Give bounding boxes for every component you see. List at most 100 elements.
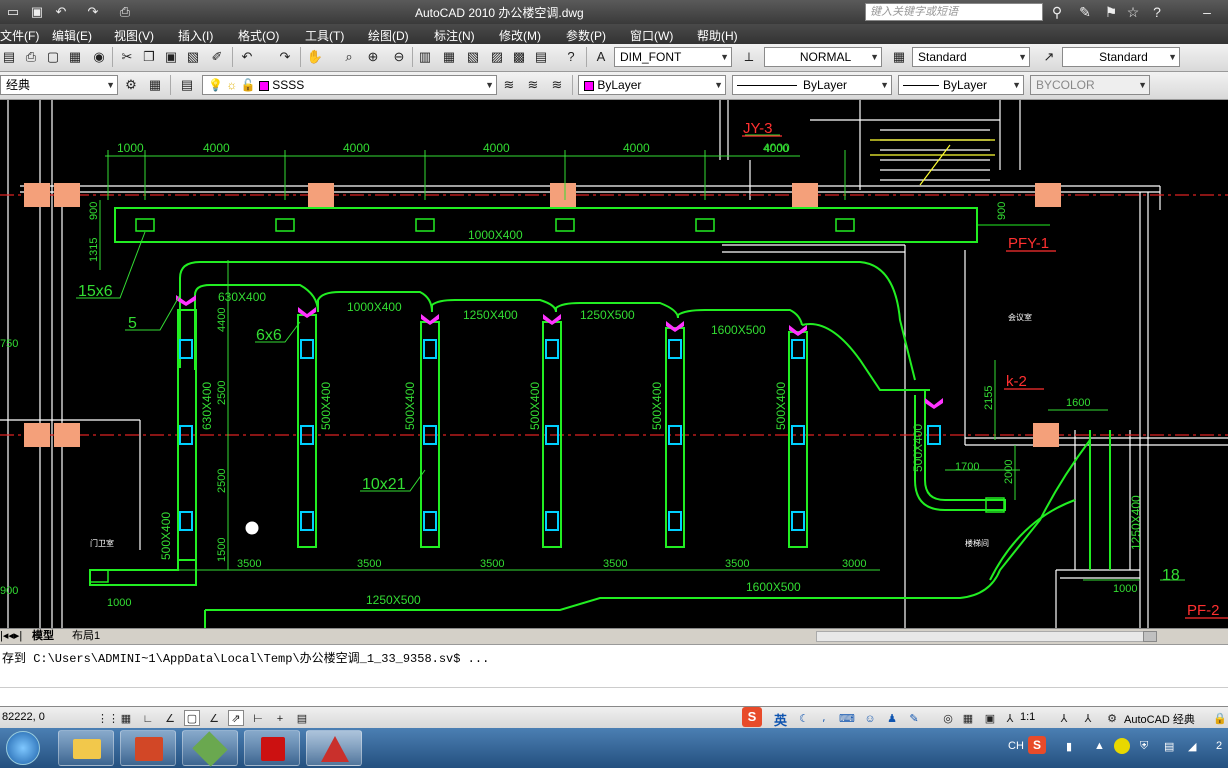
layer-previous-icon[interactable]: ≋ <box>524 76 542 94</box>
text-style-dropdown[interactable]: NORMAL ▼ <box>764 47 882 67</box>
polar-icon[interactable]: ∠ <box>162 710 178 726</box>
workspace-dropdown[interactable]: 经典 ▼ <box>0 75 118 95</box>
comm-center-icon[interactable]: ⚑ <box>1100 2 1122 22</box>
horizontal-scrollbar[interactable] <box>816 631 1156 642</box>
annotation-scale-icon[interactable]: ⅄ <box>1002 710 1018 726</box>
dim-style-icon[interactable]: ⟂ <box>740 48 758 66</box>
print-icon[interactable]: ⎙ <box>22 48 40 66</box>
color-dropdown[interactable]: ByLayer ▼ <box>578 75 726 95</box>
ime-punct-icon[interactable]: ⸴ <box>816 710 832 726</box>
taskbar-app-icon[interactable] <box>182 730 238 767</box>
workspace-settings-icon[interactable]: ⚙ <box>122 76 140 94</box>
layer-properties-icon[interactable]: ▤ <box>178 76 196 94</box>
menu-dimension[interactable]: 标注(N) <box>434 27 475 44</box>
lock-icon[interactable]: 🔒 <box>1212 710 1228 726</box>
quickview-layouts-icon[interactable]: ▦ <box>960 710 976 726</box>
layer-dropdown[interactable]: 💡 ☼ 🔓 SSSS ▼ <box>202 75 497 95</box>
menu-view[interactable]: 视图(V) <box>114 27 154 44</box>
text-style-icon[interactable]: A <box>592 48 610 66</box>
minimize-icon[interactable]: – <box>1196 2 1218 22</box>
match-prop-icon[interactable]: ▧ <box>184 48 202 66</box>
layer-states-icon[interactable]: ≋ <box>548 76 566 94</box>
brush-icon[interactable]: ✐ <box>208 48 226 66</box>
tray-volume-icon[interactable]: ◢ <box>1188 740 1196 753</box>
quickview-drawings-icon[interactable]: ▣ <box>982 710 998 726</box>
lineweight-dropdown[interactable]: ByLayer ▼ <box>898 75 1024 95</box>
copy-icon[interactable]: ❐ <box>140 48 158 66</box>
autoscale-icon[interactable]: ⅄ <box>1080 710 1096 726</box>
make-current-icon[interactable]: ≋ <box>500 76 518 94</box>
taskbar-explorer-icon[interactable] <box>58 730 114 766</box>
tray-network-icon[interactable]: ▤ <box>1164 740 1174 753</box>
clock[interactable]: 2 <box>1216 740 1222 752</box>
dyn-icon[interactable]: ⊢ <box>250 710 266 726</box>
tray-shield-icon[interactable]: ⛨ <box>1140 740 1148 753</box>
hvac-plan-drawing[interactable]: 1000 4000 4000 4000 4000 4000 1000X400 6… <box>0 100 1228 628</box>
tab-model[interactable]: 模型 <box>32 629 54 644</box>
otrack-icon[interactable]: ∠ <box>206 710 222 726</box>
tray-sogou-icon[interactable]: S <box>1028 736 1046 754</box>
binoculars-icon[interactable]: ⚲ <box>1046 2 1068 22</box>
command-window[interactable]: 存到 C:\Users\ADMINI~1\AppData\Local\Temp\… <box>0 644 1228 706</box>
cut-icon[interactable]: ✂ <box>118 48 136 66</box>
osnap-icon[interactable]: ▢ <box>184 710 200 726</box>
ime-user-icon[interactable]: ☺ <box>862 710 878 726</box>
workspace-switch-icon[interactable]: ⚙ <box>1104 710 1120 726</box>
menu-modify[interactable]: 修改(M) <box>499 27 541 44</box>
qp-icon[interactable]: ▤ <box>294 710 310 726</box>
ortho-icon[interactable]: ∟ <box>140 710 156 726</box>
preview-icon[interactable]: ▢ <box>44 48 62 66</box>
sheet-set-icon[interactable]: ▨ <box>488 48 506 66</box>
taskbar-powerpoint-icon[interactable] <box>120 730 176 766</box>
taskbar-autocad-icon[interactable] <box>306 730 362 766</box>
plotstyle-dropdown[interactable]: BYCOLOR ▼ <box>1030 75 1150 95</box>
menu-window[interactable]: 窗口(W) <box>630 27 673 44</box>
annotation-visibility-icon[interactable]: ⅄ <box>1056 710 1072 726</box>
snap-icon[interactable]: ⋮⋮ <box>96 710 119 726</box>
ime-mode[interactable]: 英 <box>774 710 787 729</box>
tool-palettes-icon[interactable]: ▧ <box>464 48 482 66</box>
tab-layout1[interactable]: 布局1 <box>72 629 100 644</box>
tab-nav-arrows[interactable]: |◂◂▸| <box>0 629 28 644</box>
menu-tools[interactable]: 工具(T) <box>305 27 344 44</box>
menu-format[interactable]: 格式(O) <box>238 27 279 44</box>
redo-icon[interactable]: ↷ <box>276 48 294 66</box>
search-input[interactable]: 键入关键字或短语 <box>865 3 1043 21</box>
customize-icon[interactable]: ▦ <box>146 76 164 94</box>
menu-file[interactable]: 文件(F) <box>0 27 39 44</box>
grid-icon[interactable]: ▦ <box>118 710 134 726</box>
language-indicator[interactable]: CH <box>1008 740 1024 752</box>
start-button-icon[interactable] <box>6 731 40 765</box>
markup-icon[interactable]: ▩ <box>510 48 528 66</box>
print-icon[interactable]: ⎙ <box>116 3 134 21</box>
zoom-previous-icon[interactable]: ⊖ <box>390 48 408 66</box>
zoom-realtime-icon[interactable]: ⌕ <box>340 48 358 66</box>
taskbar-pdf-icon[interactable] <box>244 730 300 766</box>
tray-plus-icon[interactable] <box>1114 738 1130 754</box>
design-center-icon[interactable]: ▦ <box>440 48 458 66</box>
save-icon[interactable]: ▣ <box>28 3 46 21</box>
lwt-icon[interactable]: + <box>272 710 288 726</box>
pan-icon[interactable]: ✋ <box>306 48 324 66</box>
redo-icon[interactable]: ↷ <box>84 3 102 21</box>
dim-font-dropdown[interactable]: DIM_FONT ▼ <box>614 47 732 67</box>
zoom-window-icon[interactable]: ⊕ <box>364 48 382 66</box>
publish-icon[interactable]: ▦ <box>66 48 84 66</box>
linetype-dropdown[interactable]: ByLayer ▼ <box>732 75 892 95</box>
ime-moon-icon[interactable]: ☾ <box>796 710 812 726</box>
help-icon[interactable]: ? <box>1146 2 1168 22</box>
menu-help[interactable]: 帮助(H) <box>697 27 738 44</box>
ime-keyboard-icon[interactable]: ⌨ <box>838 710 855 726</box>
menu-parametric[interactable]: 参数(P) <box>566 27 606 44</box>
menu-draw[interactable]: 绘图(D) <box>368 27 409 44</box>
sogou-ime-icon[interactable]: S <box>742 707 762 727</box>
ime-skin-icon[interactable]: ♟ <box>884 710 900 726</box>
open-icon[interactable]: ▤ <box>0 48 18 66</box>
paste-icon[interactable]: ▣ <box>162 48 180 66</box>
multileader-style-dropdown[interactable]: Standard ▼ <box>1062 47 1180 67</box>
table-style-dropdown[interactable]: Standard ▼ <box>912 47 1030 67</box>
tools-icon[interactable]: ✎ <box>1074 2 1096 22</box>
new-file-icon[interactable]: ▭ <box>4 3 22 21</box>
multileader-style-icon[interactable]: ↗ <box>1040 48 1058 66</box>
tray-expand-icon[interactable]: ▲ <box>1094 740 1105 752</box>
